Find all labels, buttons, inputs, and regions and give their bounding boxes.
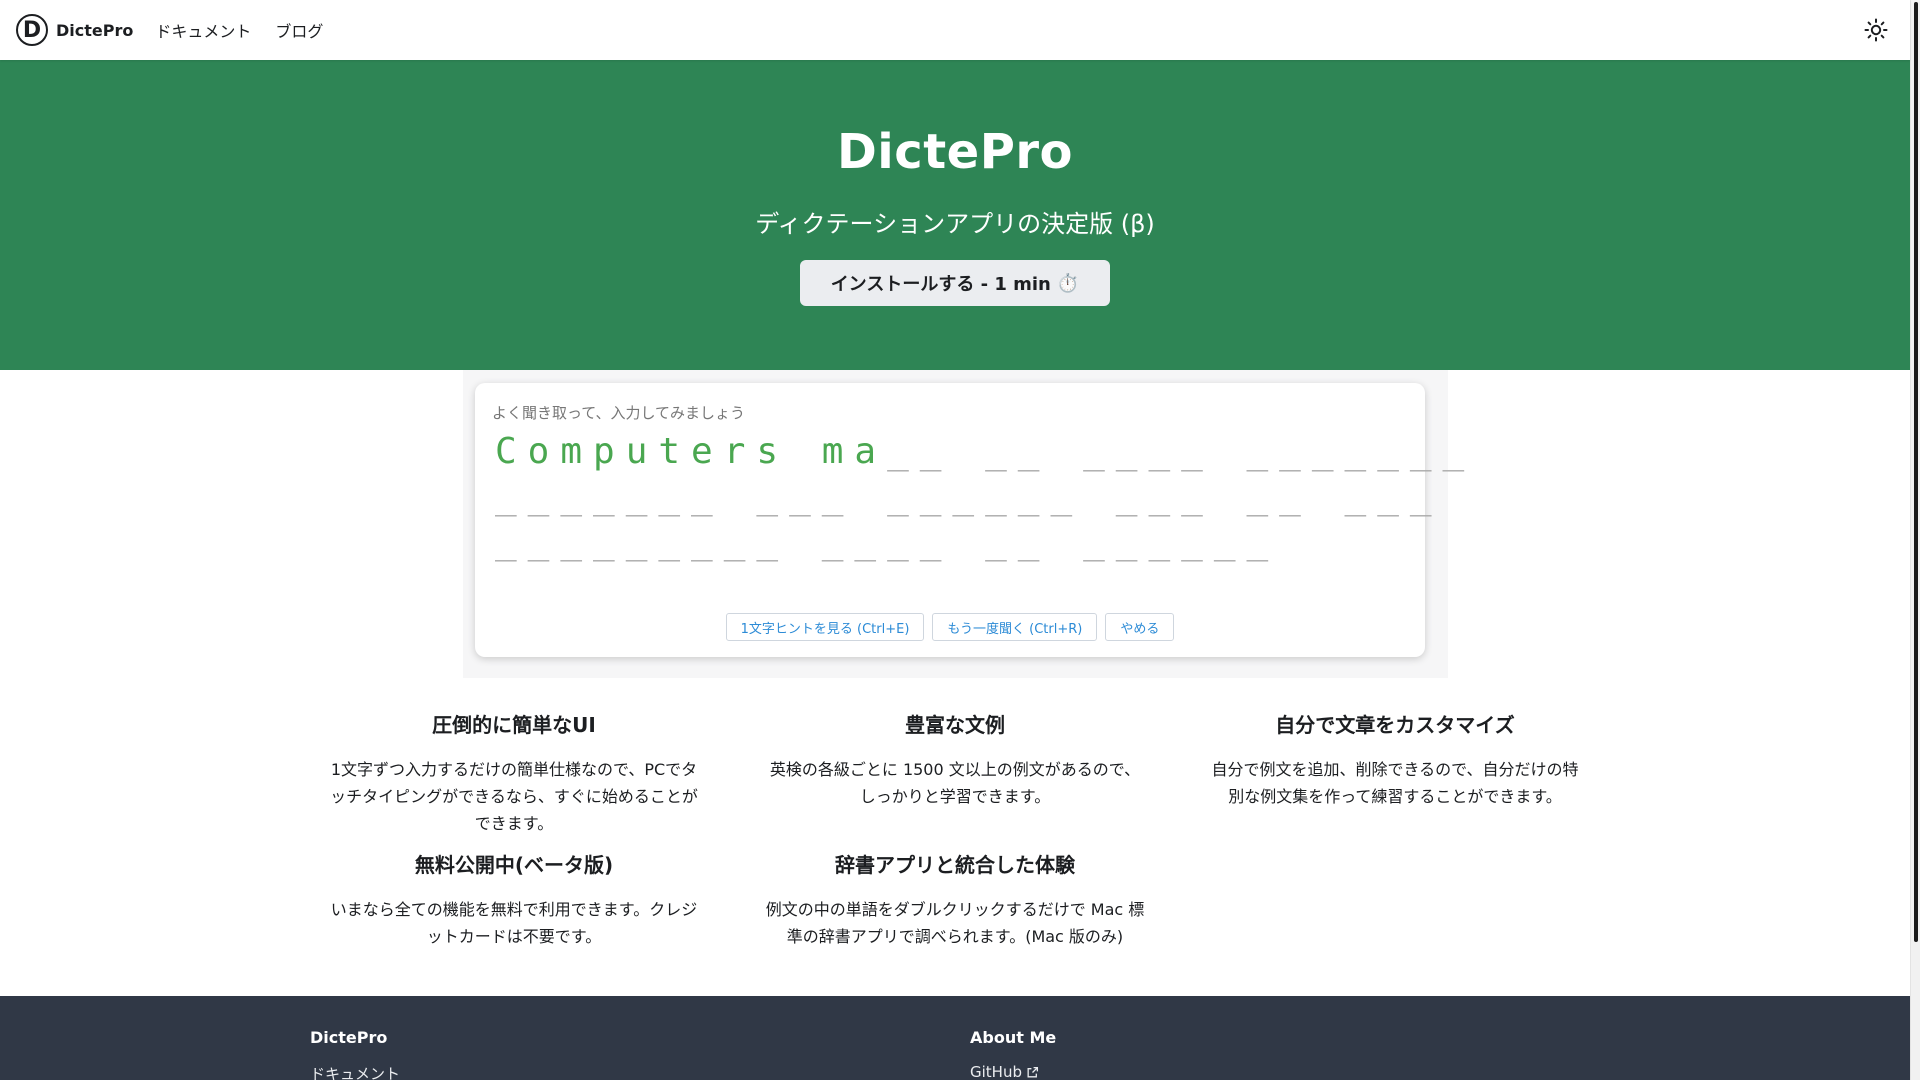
feature-text: 英検の各級ごとに 1500 文以上の例文があるので、しっかりと学習できます。 <box>769 760 1141 806</box>
footer: DictePro ドキュメント About Me GitHub <box>0 996 1910 1080</box>
quit-button[interactable]: やめる <box>1105 613 1175 641</box>
footer-col-about: About Me GitHub <box>970 1028 1056 1080</box>
feature-title: 自分で文章をカスタマイズ <box>1275 713 1515 737</box>
feature-free-beta: 無料公開中(ベータ版) いまなら全ての機能を無料で利用できます。クレジットカード… <box>324 849 704 950</box>
replay-button[interactable]: もう一度聞く (Ctrl+R) <box>932 613 1098 641</box>
feature-text: いまなら全ての機能を無料で利用できます。クレジットカードは不要です。 <box>330 900 698 946</box>
navbar: D DictePro ドキュメント ブログ <box>0 0 1910 60</box>
footer-link-github[interactable]: GitHub <box>970 1063 1056 1080</box>
feature-text: 例文の中の単語をダブルクリックするだけで Mac 標準の辞書アプリで調べられます… <box>765 900 1145 946</box>
footer-heading: DictePro <box>310 1028 388 1047</box>
nav-link-blog[interactable]: ブログ <box>275 18 323 42</box>
dictation-line-2: _______ ___ ______ ___ __ ___ <box>495 476 1443 517</box>
footer-link-label: GitHub <box>970 1063 1022 1080</box>
dictation-line-3: _________ ____ __ ______ <box>495 521 1280 562</box>
hero-title: DictePro <box>836 124 1074 180</box>
feature-simple-ui: 圧倒的に簡単なUI 1文字ずつ入力するだけの簡単仕様なので、PCでタッチタイピン… <box>324 709 704 837</box>
feature-text: 自分で例文を追加、削除できるので、自分だけの特別な例文集を作って練習することがで… <box>1211 760 1579 806</box>
feature-dictionary: 辞書アプリと統合した体験 例文の中の単語をダブルクリックするだけで Mac 標準… <box>765 849 1145 950</box>
dictation-actions: 1文字ヒントを見る (Ctrl+E) もう一度聞く (Ctrl+R) やめる <box>475 613 1425 641</box>
page-scrollbar[interactable] <box>1910 0 1920 1080</box>
footer-link-docs[interactable]: ドキュメント <box>310 1063 400 1080</box>
external-link-icon <box>1027 1066 1039 1077</box>
feature-examples: 豊富な文例 英検の各級ごとに 1500 文以上の例文があるので、しっかりと学習で… <box>765 709 1145 810</box>
theme-toggle-button[interactable] <box>1862 16 1890 44</box>
dictation-line-1[interactable]: Computers ma__ __ ____ _______ <box>495 431 1475 472</box>
footer-link-label: ドキュメント <box>310 1065 401 1080</box>
feature-title: 豊富な文例 <box>905 713 1005 737</box>
install-button-label: インストールする - 1 min <box>830 274 1051 295</box>
feature-customize: 自分で文章をカスタマイズ 自分で例文を追加、削除できるので、自分だけの特別な例文… <box>1205 709 1585 810</box>
install-button[interactable]: インストールする - 1 min ⏱️ <box>800 260 1110 306</box>
dictepro-logo-icon: D <box>16 14 48 46</box>
hint-button[interactable]: 1文字ヒントを見る (Ctrl+E) <box>725 613 925 641</box>
dictation-prompt: よく聞き取って、入力してみましょう <box>492 404 746 422</box>
feature-title: 無料公開中(ベータ版) <box>414 853 614 877</box>
brand-title: DictePro <box>56 20 134 40</box>
nav-link-docs[interactable]: ドキュメント <box>155 18 251 42</box>
typed-text: Computers ma <box>495 431 888 472</box>
hero-banner: DictePro ディクテーションアプリの決定版 (β) インストールする - … <box>0 60 1910 370</box>
stopwatch-icon: ⏱️ <box>1056 272 1080 294</box>
dictation-card: よく聞き取って、入力してみましょう Computers ma__ __ ____… <box>475 383 1464 657</box>
hero-subtitle: ディクテーションアプリの決定版 (β) <box>755 210 1155 238</box>
footer-heading: About Me <box>970 1028 1057 1047</box>
brand-link[interactable]: D DictePro <box>16 14 155 46</box>
sun-icon <box>1864 18 1888 42</box>
scrollbar-thumb[interactable] <box>1914 2 1918 942</box>
feature-title: 圧倒的に簡単なUI <box>432 713 596 737</box>
footer-col-dictepro: DictePro ドキュメント <box>310 1028 400 1080</box>
feature-title: 辞書アプリと統合した体験 <box>835 853 1075 877</box>
feature-text: 1文字ずつ入力するだけの簡単仕様なので、PCでタッチタイピングができるなら、すぐ… <box>330 760 698 833</box>
blank-text: __ __ ____ _______ <box>887 431 1476 472</box>
